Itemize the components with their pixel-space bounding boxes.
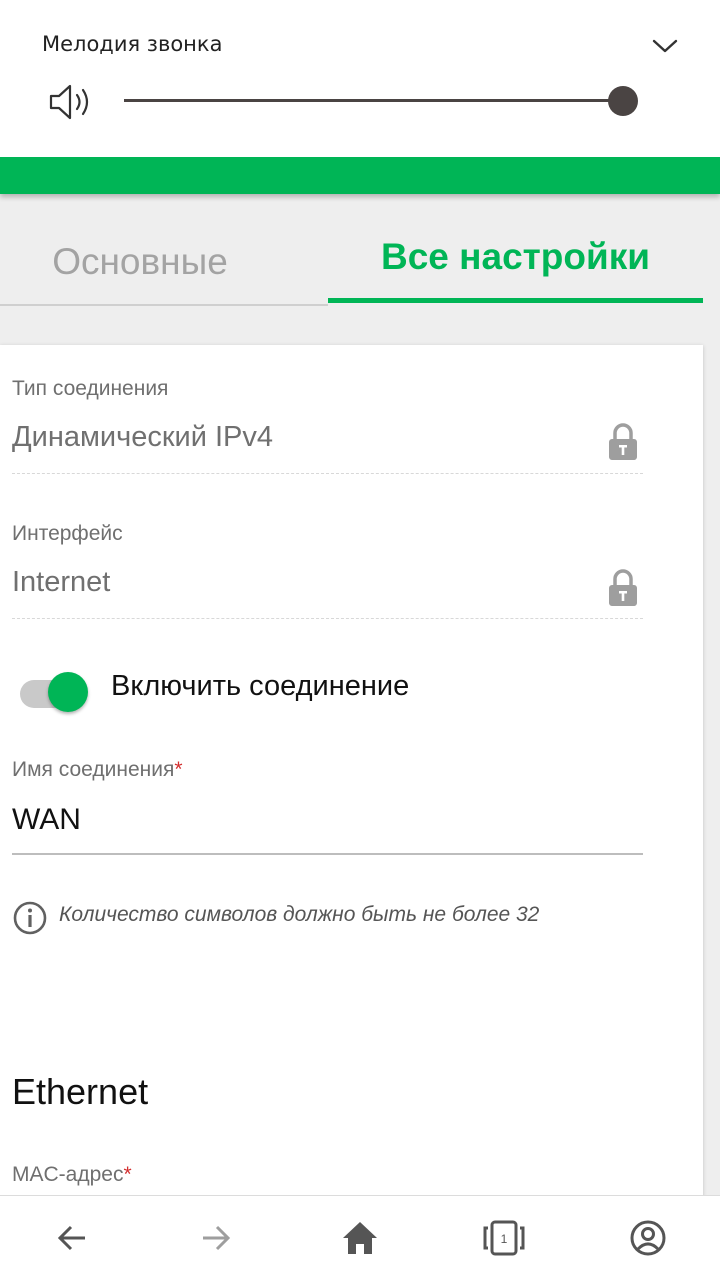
volume-title: Мелодия звонка xyxy=(42,32,223,56)
bottom-navigation: 1 xyxy=(0,1195,720,1280)
volume-slider-track[interactable] xyxy=(124,99,622,102)
active-tab-indicator xyxy=(328,298,703,303)
tab-bar: Основные Все настройки xyxy=(0,194,720,306)
account-button[interactable] xyxy=(626,1216,670,1260)
required-mark: * xyxy=(174,758,183,781)
connection-name-underline xyxy=(12,853,643,855)
chevron-down-icon[interactable] xyxy=(650,34,680,58)
interface-underline xyxy=(12,618,643,619)
info-icon xyxy=(13,901,47,935)
tabs-count: 1 xyxy=(501,1232,508,1246)
account-icon xyxy=(630,1220,666,1256)
tabs-button[interactable]: 1 xyxy=(482,1216,526,1260)
connection-type-value: Динамический IPv4 xyxy=(12,421,274,453)
lock-icon xyxy=(609,423,637,460)
enable-connection-toggle[interactable] xyxy=(18,672,90,712)
toggle-knob xyxy=(48,672,88,712)
interface-value: Internet xyxy=(12,566,111,598)
ethernet-section-title: Ethernet xyxy=(12,1071,149,1112)
speaker-icon[interactable] xyxy=(48,82,94,122)
tabs-icon: 1 xyxy=(483,1220,525,1256)
connection-type-underline xyxy=(12,473,643,474)
lock-icon xyxy=(609,569,637,606)
tab-basic[interactable]: Основные xyxy=(0,194,280,306)
volume-slider-thumb[interactable] xyxy=(608,86,638,116)
connection-name-input[interactable]: WAN xyxy=(12,803,81,837)
home-icon xyxy=(343,1222,377,1254)
enable-connection-label: Включить соединение xyxy=(111,670,410,702)
connection-type-label: Тип соединения xyxy=(12,377,169,400)
forward-arrow-icon xyxy=(203,1225,231,1251)
required-mark: * xyxy=(123,1163,132,1186)
connection-name-label: Имя соединения* xyxy=(12,758,183,781)
volume-panel: Мелодия звонка xyxy=(0,0,720,157)
tab-all-settings[interactable]: Все настройки xyxy=(328,194,703,306)
forward-button[interactable] xyxy=(194,1216,238,1260)
back-arrow-icon xyxy=(57,1225,85,1251)
mac-address-label: MAC-адрес* xyxy=(12,1163,132,1186)
settings-card: Тип соединения Динамический IPv4 Интерфе… xyxy=(0,345,703,1205)
tab-divider xyxy=(0,304,328,306)
home-button[interactable] xyxy=(338,1216,382,1260)
back-button[interactable] xyxy=(50,1216,94,1260)
connection-name-hint: Количество символов должно быть не более… xyxy=(59,903,540,926)
interface-label: Интерфейс xyxy=(12,522,123,545)
